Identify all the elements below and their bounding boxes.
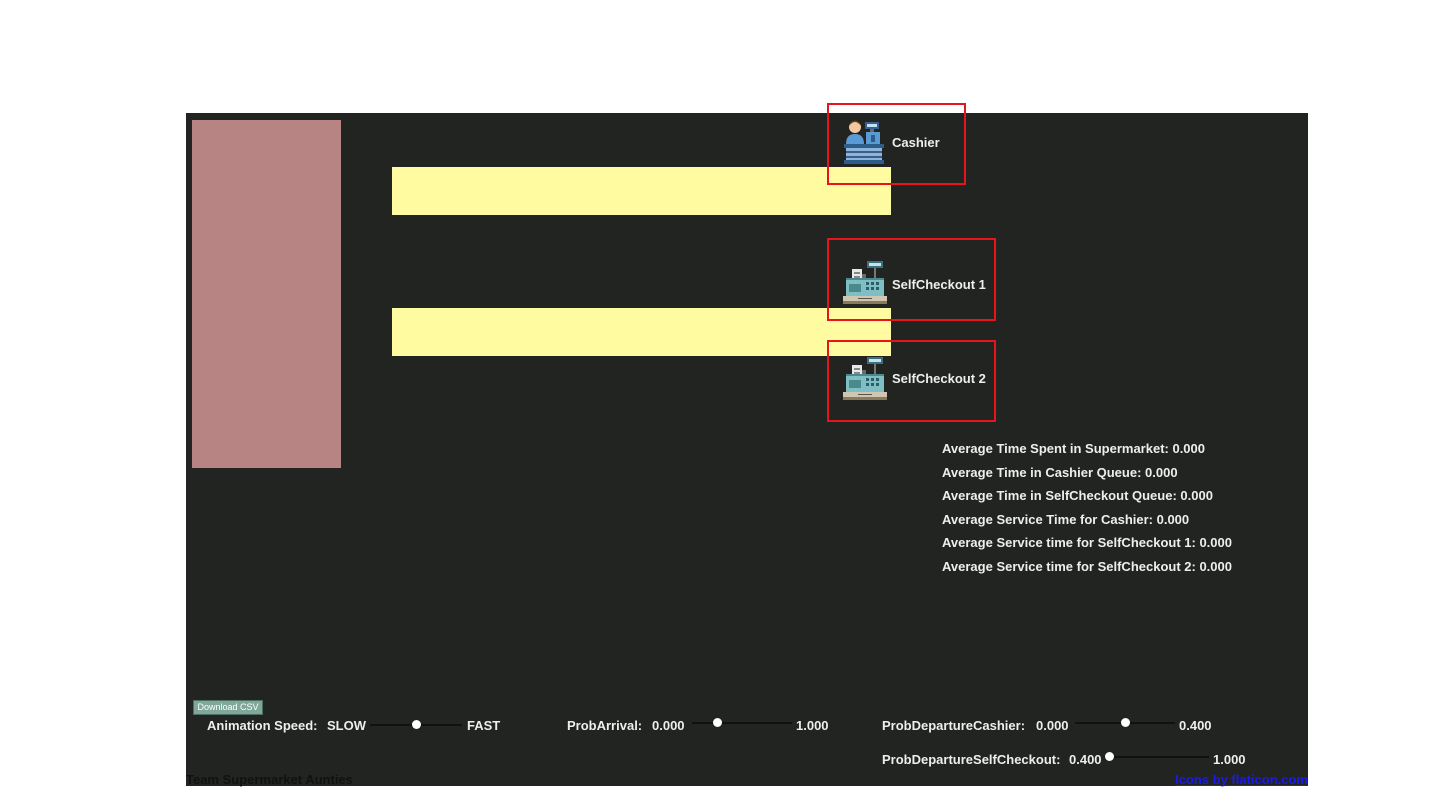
- prob-arrival-max: 1.000: [796, 718, 829, 733]
- slider-track: [692, 722, 792, 724]
- slider-knob[interactable]: [712, 718, 722, 727]
- stat-avg-cashier-queue: Average Time in Cashier Queue: 0.000: [942, 464, 1178, 480]
- slider-knob[interactable]: [1104, 752, 1114, 761]
- stat-avg-time-supermarket: Average Time Spent in Supermarket: 0.000: [942, 441, 1205, 456]
- slider-track: [1109, 756, 1209, 758]
- prob-departure-selfcheckout-label: ProbDepartureSelfCheckout:: [882, 752, 1061, 767]
- selfcheckout1-highlight-box[interactable]: [827, 238, 996, 321]
- icon-credit-link[interactable]: Icons by flaticon.com: [1175, 772, 1308, 787]
- cashier-highlight-box[interactable]: [827, 103, 966, 185]
- animation-speed-max: FAST: [467, 718, 501, 733]
- entrance-area: [192, 120, 341, 468]
- statistics-panel: Average Time Spent in Supermarket: 0.000…: [942, 441, 1232, 583]
- slider-knob[interactable]: [411, 720, 421, 729]
- stat-avg-service-selfcheckout1: Average Service time for SelfCheckout 1:…: [942, 535, 1232, 551]
- stat-avg-service-cashier: Average Service Time for Cashier: 0.000: [942, 511, 1190, 527]
- prob-arrival-label: ProbArrival:: [567, 718, 643, 733]
- prob-departure-cashier-slider[interactable]: [1075, 716, 1175, 730]
- prob-arrival-min: 0.000: [652, 718, 685, 733]
- stat-avg-service-selfcheckout2: Average Service time for SelfCheckout 2:…: [942, 558, 1232, 574]
- prob-arrival-slider[interactable]: [692, 716, 792, 730]
- download-csv-button[interactable]: Download CSV: [193, 700, 263, 715]
- prob-departure-selfcheckout-min: 0.400: [1069, 752, 1102, 767]
- cashier-queue: [392, 167, 891, 215]
- prob-departure-selfcheckout-max: 1.000: [1213, 752, 1246, 767]
- selfcheckout2-highlight-box[interactable]: [827, 340, 996, 422]
- selfcheckout-queue: [392, 308, 891, 356]
- prob-departure-cashier-max: 0.400: [1179, 718, 1212, 733]
- animation-speed-label: Animation Speed:: [207, 718, 318, 733]
- prob-departure-selfcheckout-slider[interactable]: [1104, 750, 1209, 764]
- animation-speed-min: SLOW: [327, 718, 366, 733]
- animation-speed-slider[interactable]: [370, 718, 462, 732]
- slider-knob[interactable]: [1120, 718, 1130, 727]
- prob-departure-cashier-min: 0.000: [1036, 718, 1069, 733]
- prob-departure-cashier-label: ProbDepartureCashier:: [882, 718, 1026, 733]
- team-name: Team Supermarket Aunties: [186, 772, 353, 787]
- stat-avg-selfcheckout-queue: Average Time in SelfCheckout Queue: 0.00…: [942, 488, 1213, 504]
